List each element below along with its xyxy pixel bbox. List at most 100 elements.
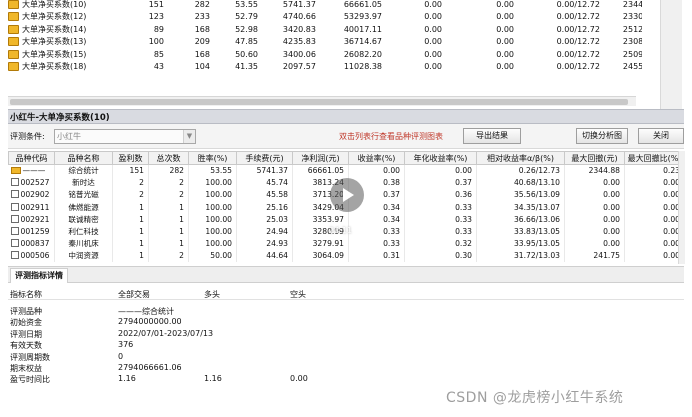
column-header[interactable]: 相对收益率α/β(%) bbox=[476, 151, 565, 165]
tab-metric-details[interactable]: 评测指标详情 bbox=[10, 268, 68, 283]
code-text: 002911 bbox=[20, 202, 50, 212]
cell-value: 33.95/13.05 bbox=[476, 237, 565, 250]
list-item-cell: 2509.50 bbox=[622, 49, 642, 59]
list-item-name: 大单净买系数(13) bbox=[22, 37, 87, 47]
list-item-cell: 0.00/12.72 bbox=[556, 0, 600, 9]
detail-label: 期末权益 bbox=[10, 364, 42, 373]
detail-header-all: 全部交易 bbox=[118, 290, 150, 299]
code-text: 002921 bbox=[20, 214, 50, 224]
checkbox[interactable] bbox=[10, 178, 19, 187]
list-item-cell: 43 bbox=[153, 62, 164, 72]
column-header[interactable]: 总次数 bbox=[148, 151, 189, 165]
table-row[interactable]: 000837 秦川机床 1 1 100.00 24.93 3279.91 0.33 0.32 33… bbox=[8, 237, 684, 250]
folder-icon bbox=[8, 49, 19, 59]
list-item-cell: 2455.75 bbox=[622, 62, 642, 72]
list-item-cell: 52.79 bbox=[235, 12, 258, 22]
list-item-cell: 0.00 bbox=[496, 12, 514, 22]
cell-name: 新时达 bbox=[54, 176, 113, 189]
cell-value: 31.72/13.03 bbox=[476, 249, 565, 262]
table-row[interactable]: 000506 中润资源 1 2 50.00 44.64 3064.09 0.31 0.30 31.… bbox=[8, 249, 684, 262]
cell-value: 0.00 bbox=[624, 225, 684, 238]
folder-icon bbox=[8, 24, 19, 34]
column-header[interactable]: 最大回撤(元) bbox=[564, 151, 625, 165]
list-item[interactable]: 大单净买系数(15) 85 168 50.60 3400.06 26082.20 0.00 0… bbox=[8, 48, 642, 61]
list-item-cell: 26082.20 bbox=[343, 49, 382, 59]
condition-select[interactable]: 小红牛 ▼ bbox=[54, 129, 196, 144]
video-timer: 24:11 bbox=[329, 226, 353, 235]
table-vertical-scrollbar[interactable] bbox=[678, 151, 685, 264]
checkbox[interactable] bbox=[10, 214, 19, 223]
column-header[interactable]: 手续费(元) bbox=[236, 151, 293, 165]
checkbox[interactable] bbox=[10, 227, 19, 236]
cell-value: 1 bbox=[148, 213, 189, 226]
column-header[interactable]: 胜率(%) bbox=[188, 151, 237, 165]
list-item-cell: 0.00/12.72 bbox=[556, 62, 600, 72]
list-item-cell: 209 bbox=[194, 37, 210, 47]
list-item-cell: 0.00 bbox=[424, 0, 442, 9]
cell-value: 0.30 bbox=[404, 249, 477, 262]
cell-value: 2 bbox=[112, 188, 149, 202]
cell-value: 2 bbox=[148, 188, 189, 202]
cell-value: 282 bbox=[148, 164, 189, 177]
cell-code: 001259 bbox=[8, 225, 55, 238]
column-header[interactable]: 盈利数 bbox=[112, 151, 149, 165]
detail-label: 盈亏时间比 bbox=[10, 375, 50, 385]
list-item-cell: 168 bbox=[194, 24, 210, 34]
list-item[interactable]: 大单净买系数(13) 100 209 47.85 4235.83 36714.67 0.00… bbox=[8, 36, 642, 49]
scrollbar-thumb[interactable] bbox=[10, 99, 628, 105]
checkbox[interactable] bbox=[10, 239, 19, 248]
cell-value: 1 bbox=[112, 225, 149, 238]
list-item-cell: 36714.67 bbox=[343, 37, 382, 47]
list-item-cell: 85 bbox=[153, 49, 164, 59]
column-header[interactable]: 净利润(元) bbox=[292, 151, 349, 165]
column-header[interactable]: 品种名称 bbox=[54, 151, 113, 165]
list-item-cell: 2308.13 bbox=[622, 37, 642, 47]
column-header[interactable]: 最大回撤比(%) bbox=[624, 151, 684, 165]
detail-label: 评测日期 bbox=[10, 329, 42, 339]
checkbox[interactable] bbox=[10, 202, 19, 211]
close-button[interactable]: 关闭 bbox=[638, 128, 684, 144]
switch-chart-button[interactable]: 切换分析图 bbox=[576, 128, 628, 144]
checkbox[interactable] bbox=[10, 251, 19, 260]
cell-value: 0.33 bbox=[404, 213, 477, 226]
panel-title: 小红牛-大单净买系数(10) bbox=[8, 109, 684, 124]
hint-text: 双击列表行查看品种评测图表 bbox=[339, 132, 443, 141]
list-item-cell: 4740.66 bbox=[282, 12, 316, 22]
cell-value: 3353.97 bbox=[292, 213, 349, 226]
table-row[interactable]: 002921 联诚精密 1 1 100.00 25.03 3353.97 0.34 0.33 36… bbox=[8, 213, 684, 226]
cell-value: 0.33 bbox=[404, 225, 477, 238]
horizontal-scrollbar[interactable] bbox=[8, 96, 636, 106]
detail-label: 评测周期数 bbox=[10, 352, 50, 362]
cell-value: 0.37 bbox=[404, 176, 477, 189]
checkbox[interactable] bbox=[10, 190, 19, 199]
cell-value: 5741.37 bbox=[236, 164, 293, 177]
cell-value: 0.33 bbox=[348, 225, 405, 238]
vertical-scrollbar-top[interactable] bbox=[660, 0, 682, 112]
detail-header-long: 多头 bbox=[204, 290, 220, 299]
condition-select-value: 小红牛 bbox=[57, 132, 81, 141]
list-item[interactable]: 大单净买系数(12) 123 233 52.79 4740.66 53293.97 0.00… bbox=[8, 11, 642, 24]
play-icon[interactable] bbox=[330, 178, 364, 212]
cell-value: 1 bbox=[112, 237, 149, 250]
list-item[interactable]: 大单净买系数(14) 89 168 52.98 3420.83 40017.11 0.00 0… bbox=[8, 23, 642, 36]
cell-value: 0.00 bbox=[564, 176, 625, 189]
cell-value: 34.35/13.07 bbox=[476, 201, 565, 214]
cell-value: 1 bbox=[148, 225, 189, 238]
column-header[interactable]: 品种代码 bbox=[8, 151, 55, 165]
list-item-cell: 50.60 bbox=[235, 49, 258, 59]
chevron-down-icon[interactable]: ▼ bbox=[183, 130, 195, 143]
list-item[interactable]: 大单净买系数(10) 151 282 53.55 5741.37 66661.05 0.00… bbox=[8, 0, 642, 11]
list-item-cell: 2344.88 bbox=[622, 0, 642, 9]
code-text: 000837 bbox=[20, 239, 50, 249]
column-header[interactable]: 年化收益率(%) bbox=[404, 151, 477, 165]
code-text: 002527 bbox=[20, 178, 50, 188]
column-header[interactable]: 收益率(%) bbox=[348, 151, 405, 165]
code-text: 001259 bbox=[20, 227, 50, 237]
folder-icon bbox=[10, 167, 21, 175]
export-results-button[interactable]: 导出结果 bbox=[463, 128, 521, 144]
cell-value: 44.64 bbox=[236, 249, 293, 262]
cell-name: 佛燃能源 bbox=[54, 201, 113, 214]
table-summary-row[interactable]: ——— 综合统计 151 282 53.55 5741.37 66661.05 0.00 0.0… bbox=[8, 164, 684, 177]
cell-value: 100.00 bbox=[188, 225, 237, 238]
list-item[interactable]: 大单净买系数(18) 43 104 41.35 2097.57 11028.38 0.00 0… bbox=[8, 61, 642, 74]
